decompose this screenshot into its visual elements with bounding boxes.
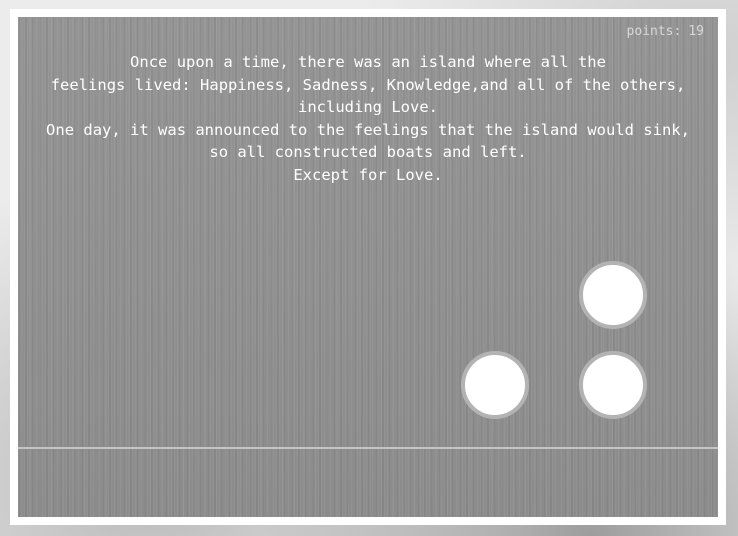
story-line: including Love. [298, 98, 438, 116]
story-text: Once upon a time, there was an island wh… [18, 51, 718, 186]
ground-line [18, 447, 718, 449]
game-stage: points: 19 Once upon a time, there was an… [18, 17, 718, 517]
points-counter: points: 19 [627, 24, 704, 39]
story-line: Except for Love. [293, 165, 443, 184]
white-orb[interactable] [461, 351, 529, 419]
points-value: 19 [688, 24, 704, 39]
story-line: so all constructed boats and left. [209, 143, 527, 161]
points-label: points: [626, 24, 682, 39]
story-line: One day, it was announced to the feeling… [46, 120, 690, 139]
story-line: feelings lived: Happiness, Sadness, Know… [50, 75, 686, 94]
white-orb[interactable] [579, 261, 647, 329]
story-line: Once upon a time, there was an island wh… [130, 53, 606, 71]
white-orb[interactable] [579, 351, 647, 419]
